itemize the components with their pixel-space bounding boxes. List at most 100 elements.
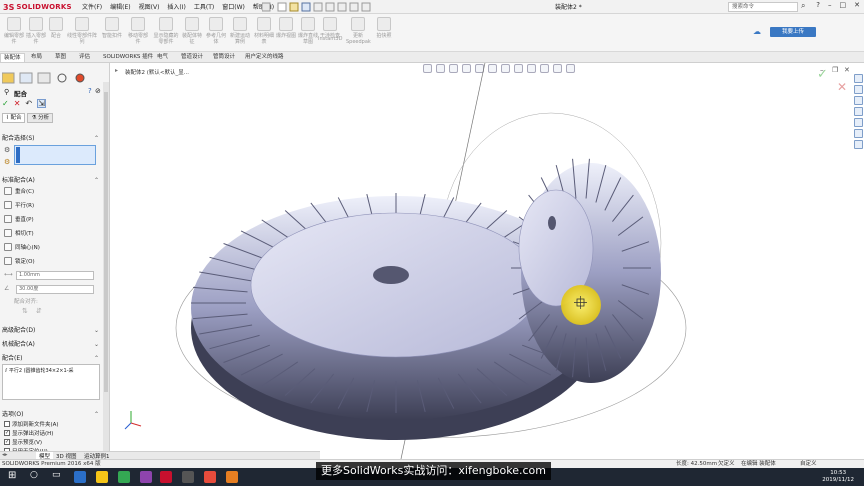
option-add-to-new-folder[interactable]: 添加到新文件夹(A) xyxy=(4,420,59,428)
cmd-take-snapshot[interactable]: 拍快照 xyxy=(372,17,396,39)
search-icon[interactable]: ○ xyxy=(30,470,38,480)
scrollbar-thumb[interactable] xyxy=(104,92,108,392)
help-icon[interactable]: ? xyxy=(816,1,820,9)
cmd-move-component[interactable]: 移动零部件 xyxy=(126,17,150,45)
solidworks-taskbar-icon[interactable] xyxy=(160,471,172,483)
app-icon[interactable] xyxy=(182,471,194,483)
cmd-linear-pattern[interactable]: 线性零部件阵列 xyxy=(66,17,98,45)
tab-evaluate[interactable]: 评估 xyxy=(76,53,93,62)
search-icon[interactable]: ⌕ xyxy=(801,1,805,11)
windows-start-icon[interactable]: ⊞ xyxy=(8,470,16,481)
tab-sketch[interactable]: 草图 xyxy=(52,53,69,62)
mate-coincident[interactable]: 重合(C) xyxy=(4,186,34,196)
tab-tubing[interactable]: 管筒设计 xyxy=(210,53,238,62)
menu-view[interactable]: 视图(V) xyxy=(139,2,160,11)
section-options[interactable]: 选项(O) ⌃ xyxy=(2,410,100,419)
checkbox-checked[interactable]: ✓ xyxy=(4,430,10,436)
mate-concentric[interactable]: 同轴心(N) xyxy=(4,242,40,252)
section-mate-selections[interactable]: 配合选择(S) ⌃ xyxy=(2,134,100,143)
cmd-smart-fasteners[interactable]: 智能扣件 xyxy=(100,17,124,39)
custom-properties-icon[interactable] xyxy=(853,129,863,138)
cmd-show-hidden[interactable]: 显示隐藏的零部件 xyxy=(152,17,180,45)
menu-window[interactable]: 窗口(W) xyxy=(222,2,245,11)
option-show-preview[interactable]: ✓ 显示预览(V) xyxy=(4,438,42,446)
panel-scrollbar[interactable] xyxy=(103,82,109,452)
mate-perpendicular[interactable]: 垂直(P) xyxy=(4,214,34,224)
subtab-analysis[interactable]: ⚗ 分析 xyxy=(27,113,54,123)
appearances-icon[interactable] xyxy=(853,118,863,127)
cancel-icon[interactable]: ✕ xyxy=(14,99,21,108)
pm-subtabs: ⌇ 配合 ⚗ 分析 xyxy=(2,113,62,123)
cmd-mate[interactable]: 配合 xyxy=(44,17,68,39)
edge-icon[interactable] xyxy=(74,471,86,483)
keep-visible-icon[interactable]: ⇲ xyxy=(37,99,47,108)
menu-edit[interactable]: 编辑(E) xyxy=(110,2,130,11)
close-button[interactable]: ✕ xyxy=(854,1,860,9)
solidworks-wordmark: SOLIDWORKS xyxy=(16,3,72,11)
distance-field[interactable]: 1.00mm xyxy=(16,271,94,280)
tab-assembly[interactable]: 装配体 xyxy=(0,53,25,62)
section-standard-mates[interactable]: 标准配合(A) ⌃ xyxy=(2,176,100,185)
cmd-explode-line-sketch[interactable]: 爆炸直线草图 xyxy=(296,17,320,45)
cmd-exploded-view[interactable]: 爆炸视图 xyxy=(274,17,298,39)
anti-aligned-icon[interactable]: ⇵ xyxy=(36,307,42,315)
help-icon[interactable]: ? xyxy=(88,87,92,95)
mate-list-item[interactable]: ⫽ 平行2 (圆锥齿轮34×2×1-采 xyxy=(5,367,99,374)
ok-icon[interactable]: ✓ xyxy=(2,99,9,108)
section-mates[interactable]: 配合(E) ⌃ xyxy=(2,354,100,363)
menu-file[interactable]: 文件(F) xyxy=(82,2,102,11)
undo-icon[interactable]: ↶ xyxy=(25,99,32,108)
section-mechanical-mates[interactable]: 机械配合(A) ⌄ xyxy=(2,340,100,349)
graphics-area[interactable]: ▸ 装配体2 (默认<默认_显... – ❐ ✕ ✓ ✕ xyxy=(111,63,851,459)
pin-icon[interactable]: ⊘ xyxy=(95,87,101,95)
upload-button[interactable]: 我要上传 xyxy=(770,27,816,37)
cmd-update-speedpak[interactable]: 更新Speedpak xyxy=(346,17,371,45)
app-icon[interactable] xyxy=(140,471,152,483)
design-library-icon[interactable] xyxy=(853,85,863,94)
aligned-icon[interactable]: ⇅ xyxy=(22,307,28,315)
units-selector[interactable]: 自定义 xyxy=(800,460,817,468)
cmd-reference-geometry[interactable]: 参考几何体 xyxy=(204,17,228,45)
cmd-assembly-features[interactable]: 装配体特征 xyxy=(180,17,204,45)
file-explorer-icon[interactable] xyxy=(853,96,863,105)
mate-tangent[interactable]: 相切(T) xyxy=(4,228,34,238)
cmd-instant3d[interactable]: Instant3D xyxy=(318,36,346,42)
solidworks-resources-icon[interactable] xyxy=(853,74,863,83)
tab-layout[interactable]: 布局 xyxy=(28,53,45,62)
mate-parallel[interactable]: 平行(R) xyxy=(4,200,34,210)
quick-access-toolbar[interactable] xyxy=(262,2,392,12)
chrome-icon[interactable] xyxy=(118,471,130,483)
checkbox[interactable] xyxy=(4,421,10,427)
minimize-button[interactable]: – xyxy=(828,1,832,9)
solidworks-logo[interactable]: 3S SOLIDWORKS xyxy=(3,1,72,13)
mate-lock[interactable]: 锁定(O) xyxy=(4,256,35,266)
maximize-button[interactable]: □ xyxy=(840,1,847,9)
tab-scroll-icon[interactable]: ◂▸ xyxy=(2,452,8,458)
app-icon[interactable] xyxy=(204,471,216,483)
subtab-mates[interactable]: ⌇ 配合 xyxy=(2,113,26,123)
menu-tools[interactable]: 工具(T) xyxy=(194,2,214,11)
forum-icon[interactable] xyxy=(853,140,863,149)
section-advanced-mates[interactable]: 高级配合(D) ⌄ xyxy=(2,326,100,335)
tab-piping[interactable]: 管道设计 xyxy=(178,53,206,62)
file-explorer-icon[interactable] xyxy=(96,471,108,483)
menu-insert[interactable]: 插入(I) xyxy=(167,2,185,11)
angle-field[interactable]: 30.00度 xyxy=(16,285,94,294)
tab-solidworks-addins[interactable]: SOLIDWORKS 插件 xyxy=(100,53,156,62)
panel-tab-icons[interactable] xyxy=(2,72,94,84)
tab-electrical[interactable]: 电气 xyxy=(154,53,171,62)
cmd-new-motion-study[interactable]: 新建运动算例 xyxy=(228,17,252,45)
search-commands-input[interactable]: 搜索命令 xyxy=(728,2,798,12)
mates-list[interactable]: ⫽ 平行2 (圆锥齿轮34×2×1-采 xyxy=(2,364,100,400)
task-view-icon[interactable]: ▭ xyxy=(52,470,61,480)
cmd-bom[interactable]: 材料明细表 xyxy=(252,17,276,45)
cmd-edit-component[interactable]: 编辑零部件 xyxy=(2,17,26,45)
gear-assembly-render[interactable] xyxy=(111,63,851,459)
option-show-popup[interactable]: ✓ 显示弹出对话(H) xyxy=(4,429,53,437)
mate-selections-list[interactable] xyxy=(14,145,96,165)
system-clock[interactable]: 10:53 2019/11/12 xyxy=(822,470,854,484)
view-palette-icon[interactable] xyxy=(853,107,863,116)
tab-user-routing[interactable]: 用户定义的线路 xyxy=(242,53,287,62)
checkbox-checked[interactable]: ✓ xyxy=(4,439,10,445)
app-icon[interactable] xyxy=(226,471,238,483)
